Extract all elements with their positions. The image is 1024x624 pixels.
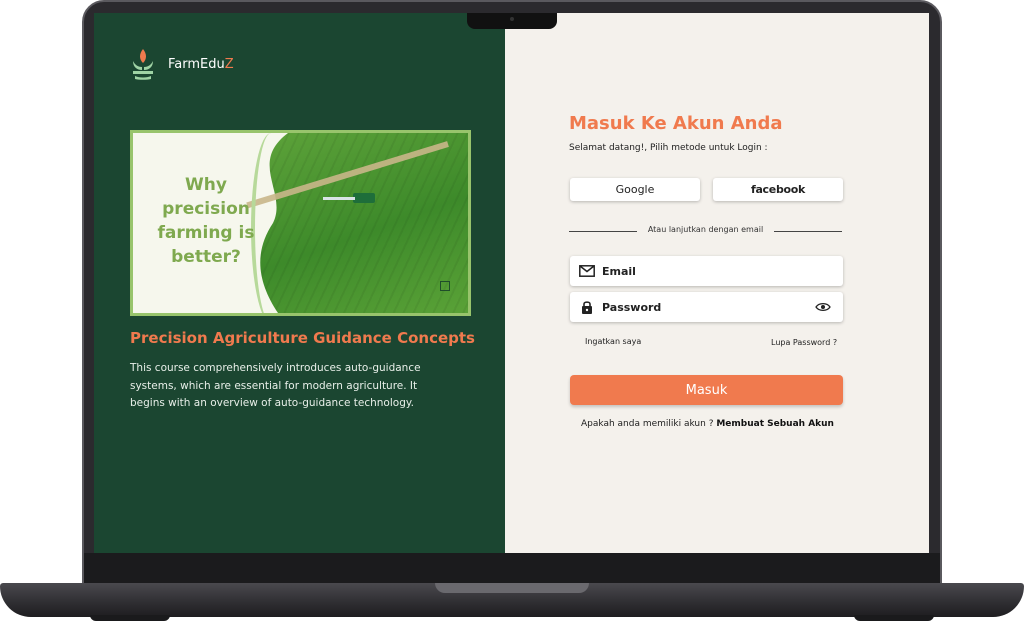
login-subtitle: Selamat datang!, Pilih metode untuk Logi…	[569, 143, 768, 153]
divider-text: Atau lanjutkan dengan email	[647, 225, 764, 234]
course-panel: FarmEduZ Why precision farming is better…	[94, 13, 505, 553]
remember-me-checkbox[interactable]: Ingatkan saya	[585, 337, 641, 346]
leaf-logo-icon	[133, 49, 153, 80]
laptop-foot-left	[90, 615, 170, 621]
email-field[interactable]	[570, 256, 843, 286]
divider-line-right	[774, 231, 842, 232]
course-description: This course comprehensively introduces a…	[130, 362, 421, 409]
camera-icon	[510, 17, 514, 21]
laptop-bezel	[84, 553, 940, 583]
camera-notch	[467, 13, 557, 29]
facebook-login-button[interactable]: facebook	[713, 178, 843, 201]
password-input[interactable]	[602, 292, 815, 322]
brand-name: FarmEduZ	[168, 57, 234, 72]
brand[interactable]: FarmEduZ	[130, 47, 234, 81]
brand-name-main: FarmEdu	[168, 56, 225, 72]
password-field[interactable]	[570, 292, 843, 322]
google-login-button[interactable]: Google	[570, 178, 700, 201]
laptop-foot-right	[854, 615, 934, 621]
email-input[interactable]	[602, 256, 843, 286]
signup-link[interactable]: Membuat Sebuah Akun	[716, 419, 834, 429]
course-title: Precision Agriculture Guidance Concepts	[130, 329, 475, 347]
laptop-base-notch	[435, 583, 589, 593]
hero-headline: Why precision farming is better?	[157, 175, 255, 267]
forgot-password-link[interactable]: Lupa Password ?	[771, 338, 837, 347]
course-hero-image: Why precision farming is better?	[130, 130, 471, 316]
divider-line-left	[569, 231, 637, 232]
login-panel: Masuk Ke Akun Anda Selamat datang!, Pili…	[505, 13, 929, 553]
lock-icon	[578, 299, 596, 315]
laptop-base	[0, 583, 1024, 617]
login-title: Masuk Ke Akun Anda	[569, 113, 783, 134]
show-password-icon[interactable]	[815, 301, 831, 313]
login-button[interactable]: Masuk	[570, 375, 843, 405]
mail-icon	[578, 263, 596, 279]
divider: Atau lanjutkan dengan email	[569, 224, 842, 238]
laptop-screen: FarmEduZ Why precision farming is better…	[94, 13, 929, 553]
signup-prompt: Apakah anda memiliki akun ? Membuat Sebu…	[581, 419, 834, 429]
brand-name-accent: Z	[224, 56, 234, 72]
hero-badge-icon	[440, 281, 450, 291]
tractor-graphic	[323, 193, 375, 203]
signup-prompt-text: Apakah anda memiliki akun ?	[581, 419, 714, 429]
